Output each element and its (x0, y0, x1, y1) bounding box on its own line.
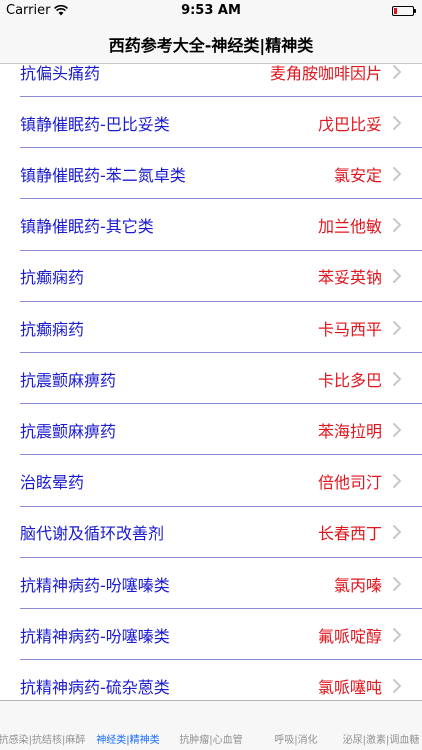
list-item[interactable]: 抗精神病药-吩噻嗪类 氟哌啶醇 (0, 609, 422, 661)
drug-category-label: 镇静催眠药-苯二氮卓类 (20, 165, 186, 185)
drug-category-label: 抗精神病药-吩噻嗪类 (20, 626, 170, 646)
list-item[interactable]: 抗震颤麻痹药 卡比多巴 (0, 353, 422, 405)
drug-name-label: 长春西丁 (317, 524, 382, 544)
drug-name-label: 卡比多巴 (317, 370, 382, 390)
drug-list[interactable]: 抗偏头痛药 麦角胺咖啡因片镇静催眠药-巴比妥类 戊巴比妥镇静催眠药-苯二氮卓类 氯安定… (0, 64, 422, 700)
chevron-right-icon (393, 166, 401, 181)
chevron-right-icon (393, 269, 401, 284)
list-item[interactable]: 治眩晕药 倍他司汀 (0, 456, 422, 507)
drug-category-label: 抗震颤麻痹药 (20, 421, 117, 441)
drug-name-label: 氯安定 (333, 165, 382, 185)
drug-category-label: 脑代谢及循环改善剂 (20, 524, 165, 544)
list-item[interactable]: 脑代谢及循环改善剂 长春西丁 (0, 507, 422, 558)
navigation-bar: 西药参考大全-神经类|精神类 (0, 22, 422, 64)
drug-category-label: 抗偏头痛药 (20, 64, 101, 83)
list-item[interactable]: 抗精神病药-吩噻嗪类 氯丙嗪 (0, 558, 422, 609)
drug-category-label: 抗精神病药-硫杂蒽类 (20, 677, 170, 697)
tab-item[interactable]: 抗感染|抗结核|麻醉 (0, 731, 85, 746)
status-bar: Carrier 9:53 AM (0, 0, 422, 22)
chevron-right-icon (393, 525, 401, 540)
drug-name-label: 氯丙嗪 (333, 575, 382, 595)
chevron-right-icon (393, 320, 401, 335)
list-item[interactable]: 抗精神病药-硫杂蒽类 氯哌噻吨 (0, 660, 422, 700)
drug-name-label: 苯海拉明 (317, 421, 382, 441)
list-item[interactable]: 镇静催眠药-巴比妥类 戊巴比妥 (0, 97, 422, 149)
list-item[interactable]: 镇静催眠药-苯二氮卓类 氯安定 (0, 148, 422, 200)
drug-category-label: 治眩晕药 (20, 473, 85, 493)
list-item[interactable]: 抗震颤麻痹药 苯海拉明 (0, 404, 422, 456)
status-time: 9:53 AM (181, 3, 241, 18)
tab-bar: 抗感染|抗结核|麻醉 神经类|精神类 抗肿瘤|心血管 呼吸|消化 泌尿|激素|调血糖 (0, 700, 422, 750)
tab-item[interactable]: 呼吸|消化 (274, 731, 317, 746)
list-item[interactable]: 抗癫痫药 卡马西平 (0, 302, 422, 353)
list-item[interactable]: 镇静催眠药-其它类 加兰他敏 (0, 200, 422, 251)
chevron-right-icon (393, 474, 401, 489)
drug-name-label: 氯哌噻吨 (317, 677, 382, 697)
battery-icon (392, 6, 416, 16)
drug-category-label: 抗癫痫药 (20, 319, 85, 339)
drug-category-label: 抗癫痫药 (20, 268, 85, 288)
chevron-right-icon (393, 576, 401, 591)
chevron-right-icon (393, 115, 401, 130)
tab-item[interactable]: 泌尿|激素|调血糖 (343, 731, 420, 746)
chevron-right-icon (393, 64, 401, 79)
drug-category-label: 抗震颤麻痹药 (20, 370, 117, 390)
tab-item[interactable]: 抗肿瘤|心血管 (179, 731, 242, 746)
drug-name-label: 戊巴比妥 (317, 114, 382, 134)
drug-name-label: 倍他司汀 (317, 473, 382, 493)
drug-name-label: 加兰他敏 (317, 217, 382, 237)
page-title: 西药参考大全-神经类|精神类 (108, 36, 314, 55)
drug-name-label: 苯妥英钠 (317, 268, 382, 288)
chevron-right-icon (393, 371, 401, 386)
list-item[interactable]: 抗偏头痛药 麦角胺咖啡因片 (0, 64, 422, 97)
tab-item[interactable]: 神经类|精神类 (96, 731, 159, 746)
drug-name-label: 卡马西平 (317, 319, 382, 339)
drug-category-label: 抗精神病药-吩噻嗪类 (20, 575, 170, 595)
drug-name-label: 麦角胺咖啡因片 (269, 64, 382, 83)
drug-category-label: 镇静催眠药-其它类 (20, 217, 154, 237)
chevron-right-icon (393, 218, 401, 233)
drug-category-label: 镇静催眠药-巴比妥类 (20, 114, 170, 134)
drug-name-label: 氟哌啶醇 (317, 626, 382, 646)
list-item[interactable]: 抗癫痫药 苯妥英钠 (0, 251, 422, 302)
chevron-right-icon (393, 627, 401, 642)
chevron-right-icon (393, 422, 401, 437)
chevron-right-icon (393, 678, 401, 693)
